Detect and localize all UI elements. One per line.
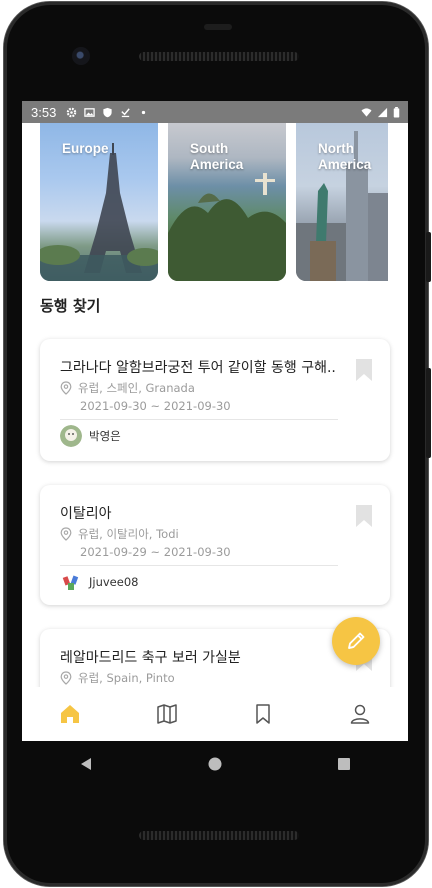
destination-card-north-america[interactable]: North America [296,123,388,281]
post-location: 유럽, 이탈리아, Todi [60,526,179,542]
volume-button [426,232,431,282]
destination-card-south-america[interactable]: South America [168,123,286,281]
post-title: 레알마드리드 축구 보러 가실분 [60,650,241,666]
power-button [426,368,431,458]
map-icon [157,704,177,724]
post-author[interactable]: Jjuvee08 [60,571,138,593]
post-location: 유럽, 스페인, Granada [60,380,195,396]
home-icon [61,705,80,723]
destination-title: North America [318,141,372,172]
write-post-button[interactable] [332,617,380,665]
earpiece [204,24,232,30]
avatar [60,425,82,447]
settings-icon [67,107,77,117]
post-author[interactable]: 박영은 [60,425,121,447]
recents-icon[interactable] [336,756,352,772]
bottom-speaker [139,831,299,840]
status-time: 3:53 [31,104,57,120]
image-icon [84,107,96,117]
nav-map[interactable] [147,694,187,734]
bottom-navigation [22,687,408,741]
home-circle-icon[interactable] [207,756,223,772]
nav-profile[interactable] [340,694,380,734]
bookmark-icon[interactable] [356,505,372,527]
trip-post-card[interactable]: 그라나다 알함브라궁전 투어 같이할 동행 구해.. 유럽, 스페인, Gran… [40,339,390,461]
trip-post-card[interactable]: 이탈리아 유럽, 이탈리아, Todi 2021-09-29 ~ 2021-09… [40,485,390,605]
profile-icon [350,704,369,724]
location-text: 유럽, Spain, Pinto [78,671,175,685]
post-location: 유럽, Spain, Pinto [60,670,175,686]
destination-title: South America [190,141,244,172]
battery-icon [393,106,400,118]
download-done-icon [121,107,131,117]
post-dates: 2021-09-29 ~ 2021-09-30 [80,545,231,559]
post-title: 이탈리아 [60,506,112,522]
front-camera [72,47,90,65]
top-speaker [139,52,299,61]
system-navigation-bar [22,741,408,786]
nav-home[interactable] [50,694,90,734]
location-pin-icon [60,381,72,395]
post-title: 그라나다 알함브라궁전 투어 같이할 동행 구해.. [60,360,336,376]
divider [60,565,338,566]
location-text: 유럽, 이탈리아, Todi [78,527,179,541]
dot-icon [142,110,146,114]
post-dates: 2021-09-30 ~ 2021-09-30 [80,399,231,413]
destination-carousel[interactable]: Europe South America North America [40,123,388,281]
author-name: 박영은 [89,429,121,443]
back-icon[interactable] [78,756,94,772]
author-name: Jjuvee08 [89,575,139,589]
destination-title: Europe [62,141,109,156]
shield-icon [103,107,112,117]
divider [60,419,338,420]
avatar [60,571,82,593]
signal-icon [377,107,388,117]
location-pin-icon [60,671,72,685]
app-screen: 3:53 Europe South America North America … [22,101,408,741]
status-bar: 3:53 [22,101,408,123]
bookmark-icon[interactable] [356,359,372,381]
wifi-icon [361,107,372,117]
section-title: 동행 찾기 [40,297,101,315]
location-pin-icon [60,527,72,541]
destination-card-europe[interactable]: Europe [40,123,158,281]
bookmark-icon [256,704,270,724]
nav-bookmarks[interactable] [243,694,283,734]
location-text: 유럽, 스페인, Granada [78,381,195,395]
pencil-icon [348,632,365,649]
